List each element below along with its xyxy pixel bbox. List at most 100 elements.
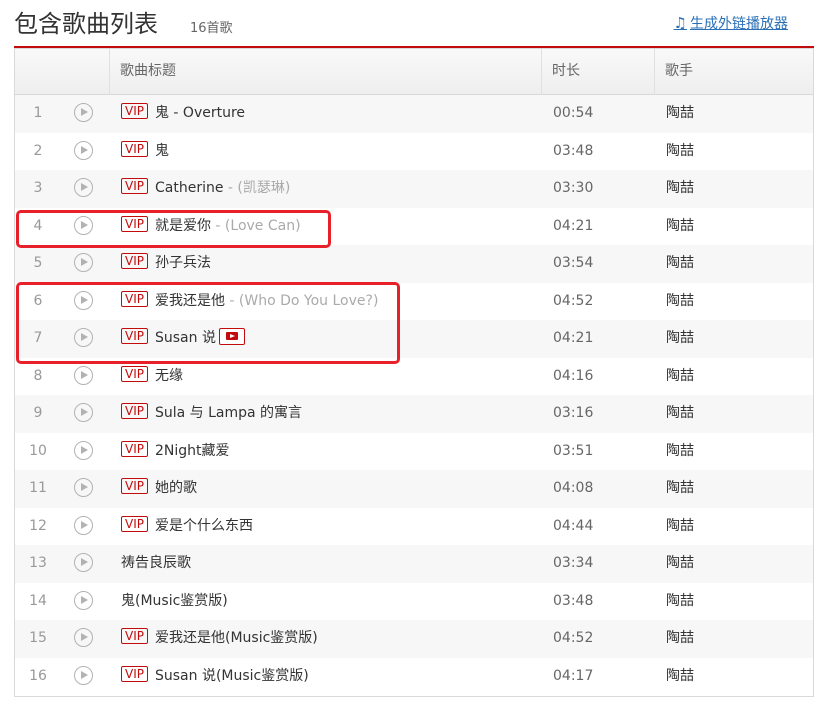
play-icon[interactable] bbox=[74, 478, 93, 497]
song-title-cell: VIP Susan 说 bbox=[121, 320, 245, 357]
song-duration: 04:16 bbox=[553, 367, 594, 384]
page-title: 包含歌曲列表 bbox=[14, 10, 158, 38]
mv-play-icon[interactable] bbox=[218, 327, 245, 345]
artist-link[interactable]: 陶喆 bbox=[666, 395, 694, 432]
artist-link[interactable]: 陶喆 bbox=[666, 508, 694, 545]
table-row[interactable]: 16 VIP Susan 说(Music鉴赏版) 04:17 陶喆 bbox=[15, 657, 813, 695]
song-duration: 03:48 bbox=[553, 142, 594, 159]
song-duration: 03:54 bbox=[553, 255, 594, 271]
external-player-link-label: 生成外链播放器 bbox=[690, 16, 788, 32]
play-icon[interactable] bbox=[74, 328, 93, 347]
song-title-cell: VIP 无缘 bbox=[121, 358, 183, 395]
song-duration: 03:51 bbox=[553, 442, 594, 459]
song-duration: 04:52 bbox=[553, 292, 594, 309]
song-title-link[interactable]: Sula 与 Lampa 的寓言 bbox=[155, 405, 302, 421]
song-title-cell: VIP Susan 说(Music鉴赏版) bbox=[121, 658, 309, 695]
play-icon[interactable] bbox=[74, 103, 93, 122]
song-title-cell: VIP 爱我还是他 - (Who Do You Love?) bbox=[121, 283, 378, 320]
table-row[interactable]: 2 VIP 鬼 03:48 陶喆 bbox=[15, 132, 813, 170]
track-number: 4 bbox=[33, 217, 43, 234]
song-title-link[interactable]: 爱我还是他 bbox=[155, 293, 225, 309]
artist-link[interactable]: 陶喆 bbox=[666, 583, 694, 620]
song-title-cell: VIP Sula 与 Lampa 的寓言 bbox=[121, 395, 302, 432]
song-title-cell: VIP Catherine - (凯瑟琳) bbox=[121, 170, 290, 207]
table-row[interactable]: 11 VIP 她的歌 04:08 陶喆 bbox=[15, 470, 813, 508]
song-title-link[interactable]: 鬼 bbox=[155, 143, 169, 159]
table-row[interactable]: 7 VIP Susan 说 04:21 陶喆 bbox=[15, 320, 813, 358]
table-row[interactable]: 10 VIP 2Night藏爱 03:51 陶喆 bbox=[15, 432, 813, 470]
song-title-link[interactable]: Catherine bbox=[155, 180, 223, 196]
song-title-link[interactable]: 她的歌 bbox=[155, 480, 197, 496]
song-title-link[interactable]: 孙子兵法 bbox=[155, 255, 211, 271]
table-row[interactable]: 13 祷告良辰歌 03:34 陶喆 bbox=[15, 545, 813, 583]
track-number: 13 bbox=[29, 555, 47, 571]
table-row[interactable]: 4 VIP 就是爱你 - (Love Can) 04:21 陶喆 bbox=[15, 207, 813, 245]
artist-link[interactable]: 陶喆 bbox=[666, 470, 694, 507]
play-icon[interactable] bbox=[74, 665, 93, 685]
table-row[interactable]: 5 VIP 孙子兵法 03:54 陶喆 bbox=[15, 245, 813, 283]
song-title-link[interactable]: 祷告良辰歌 bbox=[121, 555, 191, 571]
song-title-link[interactable]: Susan 说(Music鉴赏版) bbox=[155, 668, 309, 684]
music-note-icon: ♫ bbox=[673, 14, 687, 32]
artist-link[interactable]: 陶喆 bbox=[666, 545, 694, 582]
table-row[interactable]: 15 VIP 爱我还是他(Music鉴赏版) 04:52 陶喆 bbox=[15, 620, 813, 658]
artist-link[interactable]: 陶喆 bbox=[666, 433, 694, 470]
song-title-link[interactable]: 2Night藏爱 bbox=[155, 443, 230, 459]
artist-link[interactable]: 陶喆 bbox=[666, 245, 694, 282]
play-icon[interactable] bbox=[74, 628, 93, 647]
artist-link[interactable]: 陶喆 bbox=[666, 133, 694, 170]
table-row[interactable]: 1 VIP 鬼 - Overture 00:54 陶喆 bbox=[15, 95, 813, 133]
play-icon[interactable] bbox=[74, 553, 93, 572]
play-icon[interactable] bbox=[74, 590, 93, 610]
song-title-link[interactable]: Susan 说 bbox=[155, 330, 216, 346]
song-title-link[interactable]: 爱是个什么东西 bbox=[155, 518, 253, 534]
song-duration: 03:48 bbox=[553, 592, 594, 609]
artist-link[interactable]: 陶喆 bbox=[666, 658, 694, 695]
play-icon[interactable] bbox=[74, 140, 93, 160]
song-title-link[interactable]: 就是爱你 bbox=[155, 218, 211, 234]
track-number: 5 bbox=[33, 255, 43, 271]
play-icon[interactable] bbox=[74, 440, 93, 460]
vip-badge: VIP bbox=[121, 478, 148, 494]
play-icon[interactable] bbox=[74, 178, 93, 197]
song-title-link[interactable]: 爱我还是他(Music鉴赏版) bbox=[155, 630, 318, 646]
table-row[interactable]: 8 VIP 无缘 04:16 陶喆 bbox=[15, 357, 813, 395]
song-title-cell: VIP 鬼 bbox=[121, 133, 169, 170]
artist-link[interactable]: 陶喆 bbox=[666, 95, 694, 132]
play-icon[interactable] bbox=[74, 253, 93, 272]
external-player-link[interactable]: ♫ 生成外链播放器 bbox=[674, 13, 788, 33]
song-title-link[interactable]: 无缘 bbox=[155, 368, 183, 384]
song-title-cell: VIP 鬼 - Overture bbox=[121, 95, 245, 132]
song-title-link[interactable]: 鬼(Music鉴赏版) bbox=[121, 593, 228, 609]
vip-badge: VIP bbox=[121, 178, 148, 194]
artist-link[interactable]: 陶喆 bbox=[666, 320, 694, 357]
song-title-cell: VIP 爱我还是他(Music鉴赏版) bbox=[121, 620, 318, 657]
table-header: 歌曲标题 时长 歌手 bbox=[15, 49, 813, 95]
artist-link[interactable]: 陶喆 bbox=[666, 208, 694, 245]
play-icon[interactable] bbox=[74, 215, 93, 235]
track-number: 6 bbox=[33, 292, 43, 309]
table-row[interactable]: 12 VIP 爱是个什么东西 04:44 陶喆 bbox=[15, 507, 813, 545]
song-table: 歌曲标题 时长 歌手 1 VIP 鬼 - Overture 00:54 陶喆 2 VIP 鬼 0… bbox=[14, 48, 814, 697]
vip-badge: VIP bbox=[121, 440, 148, 457]
artist-link[interactable]: 陶喆 bbox=[666, 620, 694, 657]
play-icon[interactable] bbox=[74, 403, 93, 422]
table-row[interactable]: 6 VIP 爱我还是他 - (Who Do You Love?) 04:52 陶喆 bbox=[15, 282, 813, 320]
artist-link[interactable]: 陶喆 bbox=[666, 283, 694, 320]
artist-link[interactable]: 陶喆 bbox=[666, 170, 694, 207]
vip-badge: VIP bbox=[121, 215, 148, 232]
play-icon[interactable] bbox=[74, 365, 93, 385]
play-icon[interactable] bbox=[74, 515, 93, 535]
song-title-link[interactable]: 鬼 - Overture bbox=[155, 105, 245, 121]
artist-link[interactable]: 陶喆 bbox=[666, 358, 694, 395]
column-header-title: 歌曲标题 bbox=[109, 49, 541, 94]
play-icon[interactable] bbox=[74, 290, 93, 310]
table-row[interactable]: 9 VIP Sula 与 Lampa 的寓言 03:16 陶喆 bbox=[15, 395, 813, 433]
table-row[interactable]: 3 VIP Catherine - (凯瑟琳) 03:30 陶喆 bbox=[15, 170, 813, 208]
vip-badge: VIP bbox=[121, 665, 148, 682]
table-row[interactable]: 14 鬼(Music鉴赏版) 03:48 陶喆 bbox=[15, 582, 813, 620]
song-alias: - (Who Do You Love?) bbox=[224, 292, 379, 309]
vip-badge: VIP bbox=[121, 328, 148, 344]
song-duration: 03:34 bbox=[553, 555, 594, 571]
track-number: 16 bbox=[29, 667, 47, 684]
